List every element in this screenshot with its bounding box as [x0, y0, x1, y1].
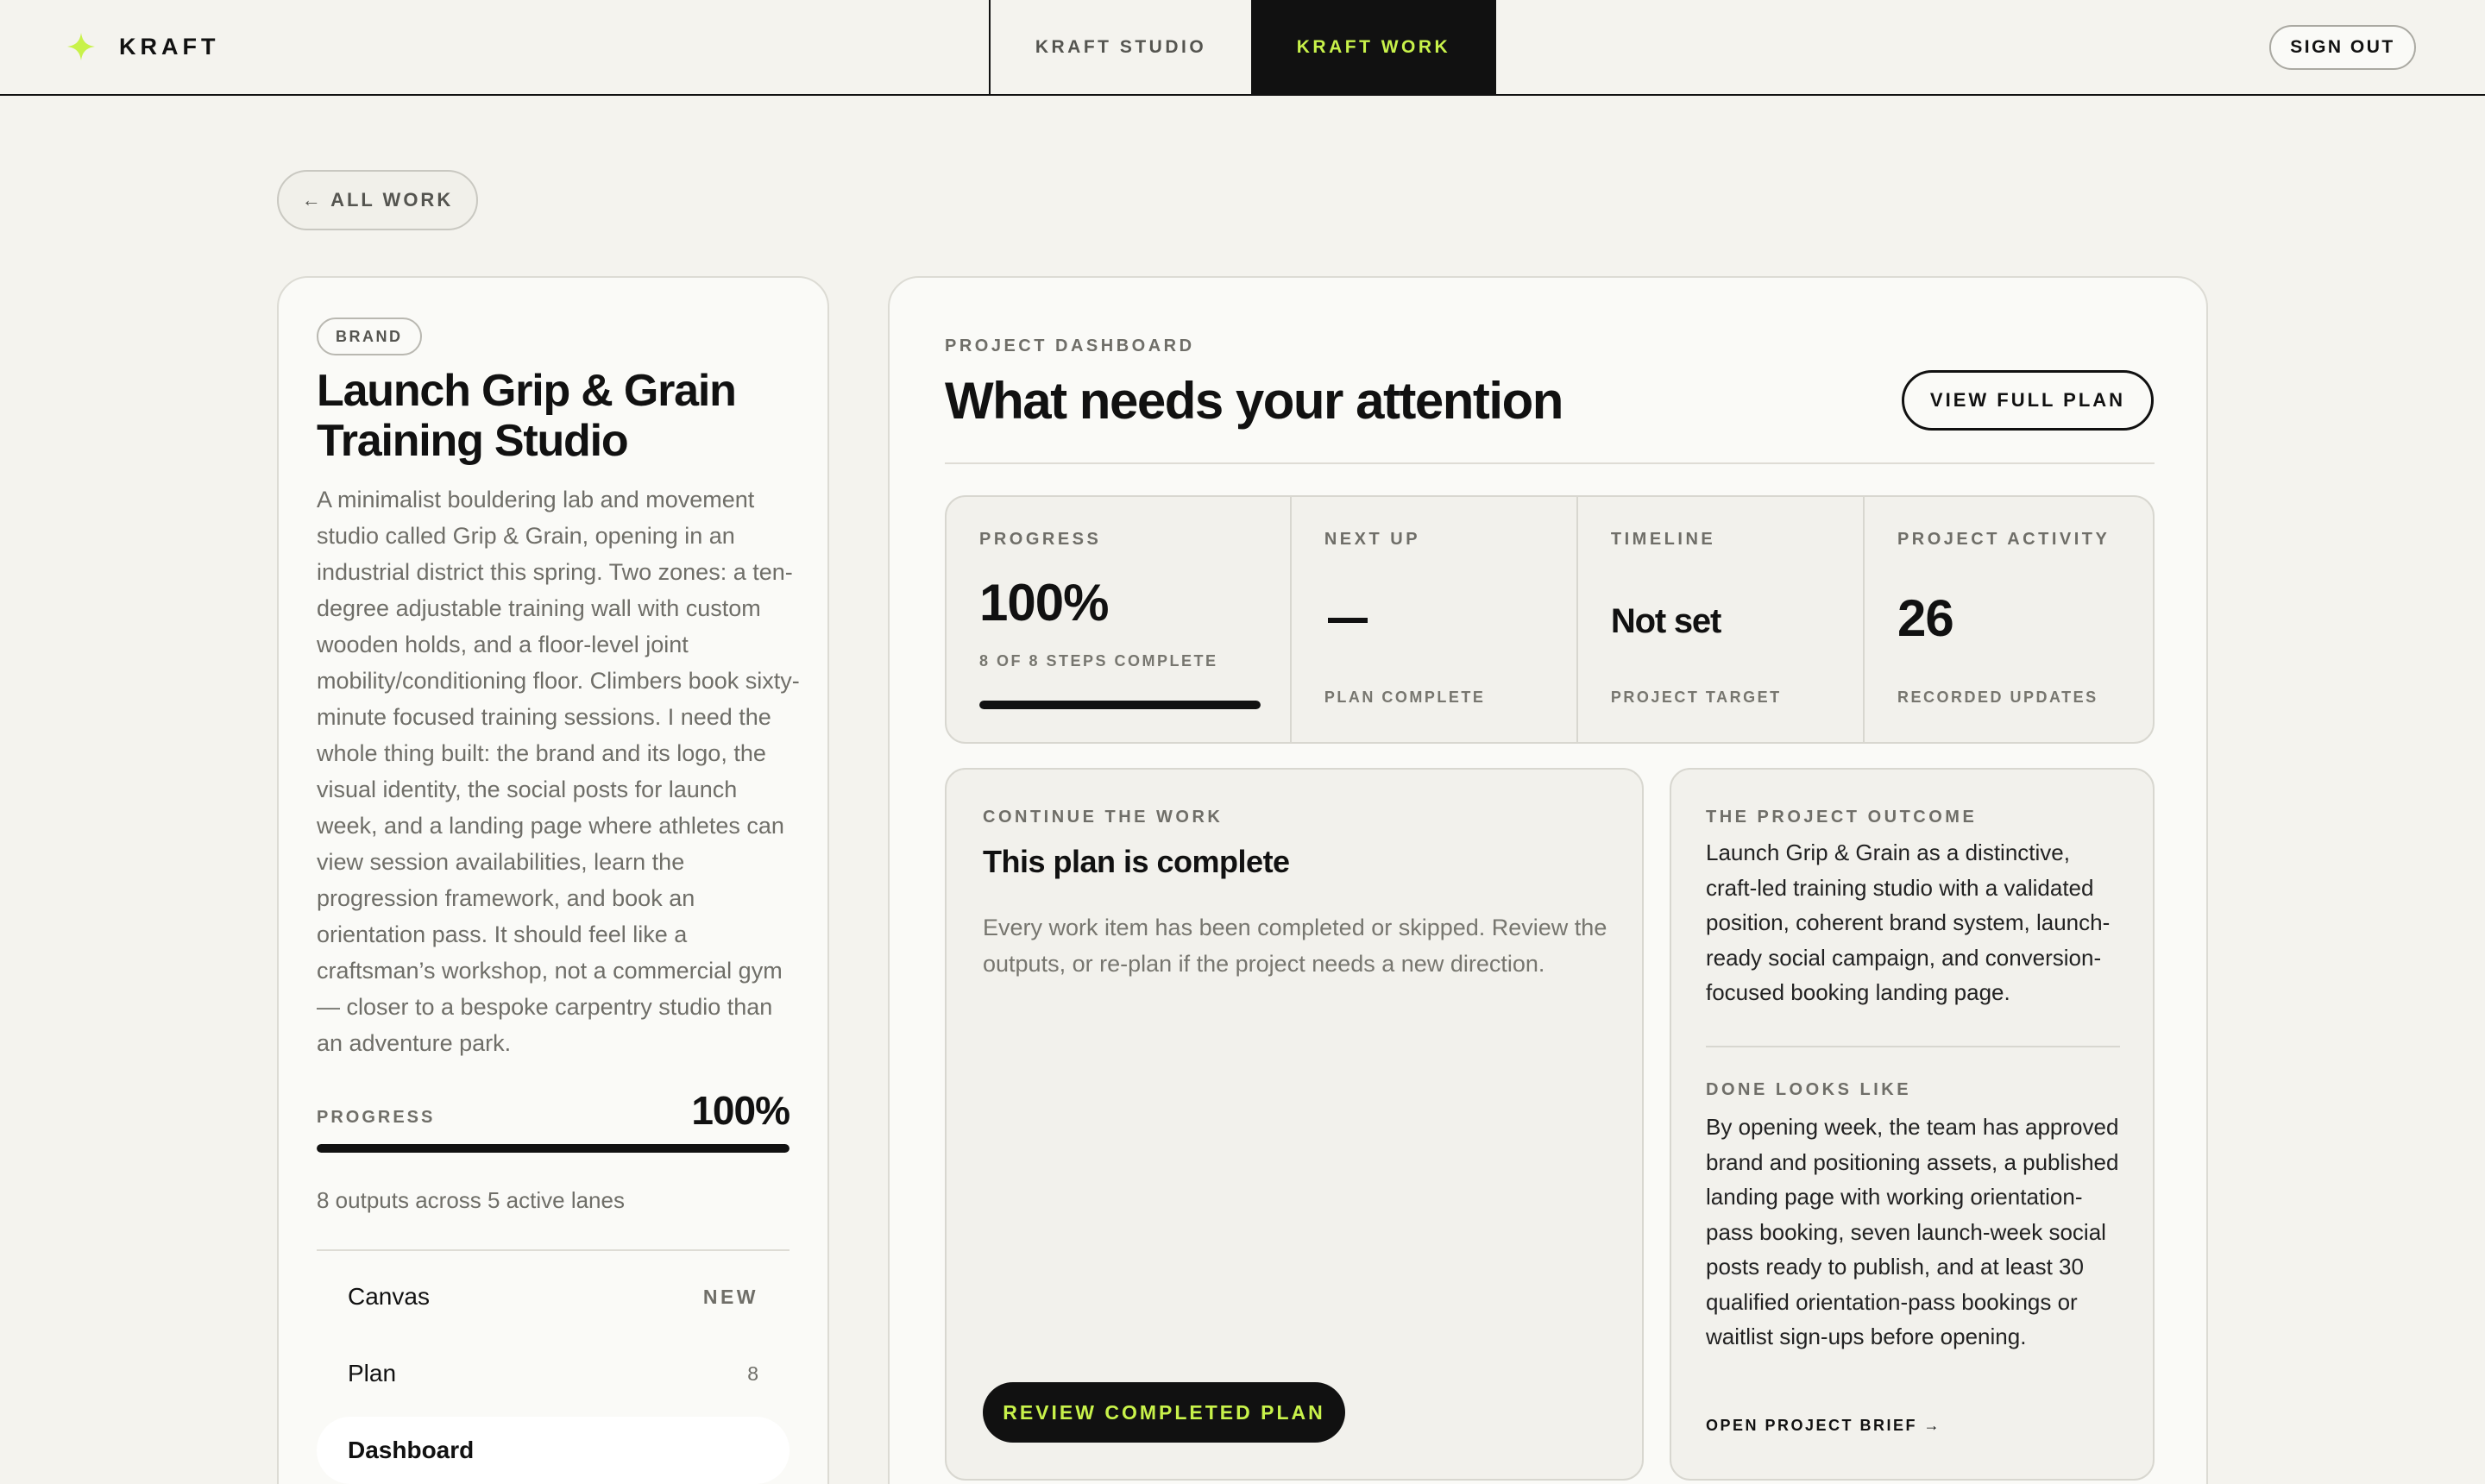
- stat-progress: PROGRESS 100% 8 OF 8 STEPS COMPLETE: [947, 497, 1292, 742]
- lane-label: Plan: [348, 1360, 397, 1387]
- project-progress-value: 100%: [691, 1088, 790, 1133]
- outputs-summary: 8 outputs across 5 active lanes: [317, 1187, 625, 1213]
- project-progress-label: PROGRESS: [317, 1108, 436, 1127]
- brand-name: KRAFT: [119, 33, 220, 60]
- stat-timeline: TIMELINE Not set PROJECT TARGET: [1578, 497, 1865, 742]
- lane-item-plan[interactable]: Plan 8: [317, 1340, 790, 1407]
- stat-label: PROJECT ACTIVITY: [1897, 530, 2111, 549]
- new-badge: NEW: [702, 1285, 758, 1308]
- lane-label: Canvas: [348, 1283, 430, 1310]
- sparkle-logo-icon: [67, 33, 95, 60]
- project-description: A minimalist bouldering lab and movement…: [317, 487, 800, 1056]
- outcome-eyebrow: THE PROJECT OUTCOME: [1706, 808, 1978, 827]
- stat-project-activity: PROJECT ACTIVITY 26 RECORDED UPDATES: [1865, 497, 2153, 742]
- stat-sub: RECORDED UPDATES: [1897, 689, 2098, 706]
- continue-title: This plan is complete: [983, 844, 1290, 879]
- lane-label: Dashboard: [348, 1437, 475, 1463]
- all-work-back-button[interactable]: ← ALL WORK: [277, 170, 478, 230]
- dashboard-card: PROJECT DASHBOARD What needs your attent…: [888, 276, 2208, 1484]
- stats-row: PROGRESS 100% 8 OF 8 STEPS COMPLETE NEXT…: [945, 495, 2155, 744]
- continue-eyebrow: CONTINUE THE WORK: [983, 808, 1224, 827]
- dashboard-eyebrow: PROJECT DASHBOARD: [945, 336, 1195, 355]
- brand[interactable]: KRAFT: [64, 29, 219, 64]
- stat-label: PROGRESS: [979, 530, 1102, 549]
- divider: [1706, 1046, 2120, 1047]
- steps-progress-bar: [979, 701, 1261, 709]
- stat-sub: PLAN COMPLETE: [1324, 689, 1486, 706]
- divider: [317, 1249, 790, 1251]
- continue-description: Every work item has been completed or sk…: [983, 915, 1607, 977]
- project-title: Launch Grip & Grain Training Studio: [317, 366, 737, 466]
- continue-work-panel: CONTINUE THE WORK This plan is complete …: [945, 768, 1644, 1481]
- outcome-text: Launch Grip & Grain as a distinctive, cr…: [1706, 839, 2111, 1005]
- project-progress-bar: [317, 1144, 790, 1153]
- view-full-plan-button[interactable]: VIEW FULL PLAN: [1902, 370, 2154, 431]
- review-completed-plan-button[interactable]: REVIEW COMPLETED PLAN: [983, 1382, 1345, 1443]
- open-project-brief-link[interactable]: OPEN PROJECT BRIEF →: [1706, 1417, 1941, 1435]
- stat-value: Not set: [1610, 602, 1721, 640]
- lane-item-dashboard[interactable]: Dashboard: [317, 1417, 790, 1484]
- done-looks-like-text: By opening week, the team has approved b…: [1706, 1114, 2119, 1349]
- project-progress-fill: [317, 1144, 790, 1153]
- stat-sub: 8 OF 8 STEPS COMPLETE: [979, 652, 1218, 670]
- stat-label: TIMELINE: [1610, 530, 1716, 549]
- top-bar: KRAFT KRAFT STUDIO KRAFT WORK SIGN OUT: [0, 0, 2485, 96]
- sign-out-button[interactable]: SIGN OUT: [2269, 25, 2416, 70]
- stat-next-up: NEXT UP PLAN COMPLETE: [1292, 497, 1578, 742]
- nav-tab-kraft-work[interactable]: KRAFT WORK: [1251, 0, 1496, 95]
- lane-count: 8: [747, 1361, 758, 1385]
- empty-dash-icon: [1327, 618, 1368, 623]
- steps-progress-fill: [979, 701, 1261, 709]
- dashboard-title: What needs your attention: [945, 372, 1563, 430]
- stat-label: NEXT UP: [1324, 530, 1421, 549]
- project-outcome-panel: THE PROJECT OUTCOME Launch Grip & Grain …: [1670, 768, 2155, 1481]
- done-looks-like-eyebrow: DONE LOOKS LIKE: [1706, 1080, 1912, 1099]
- stat-sub: PROJECT TARGET: [1610, 689, 1782, 706]
- stat-value: 26: [1897, 589, 1954, 647]
- nav-tab-kraft-studio[interactable]: KRAFT STUDIO: [989, 0, 1251, 95]
- stat-value: 100%: [979, 574, 1109, 632]
- lane-item-canvas[interactable]: Canvas NEW: [317, 1263, 790, 1330]
- divider: [945, 462, 2155, 464]
- project-card: BRAND Launch Grip & Grain Training Studi…: [277, 276, 829, 1484]
- project-tag: BRAND: [317, 318, 422, 355]
